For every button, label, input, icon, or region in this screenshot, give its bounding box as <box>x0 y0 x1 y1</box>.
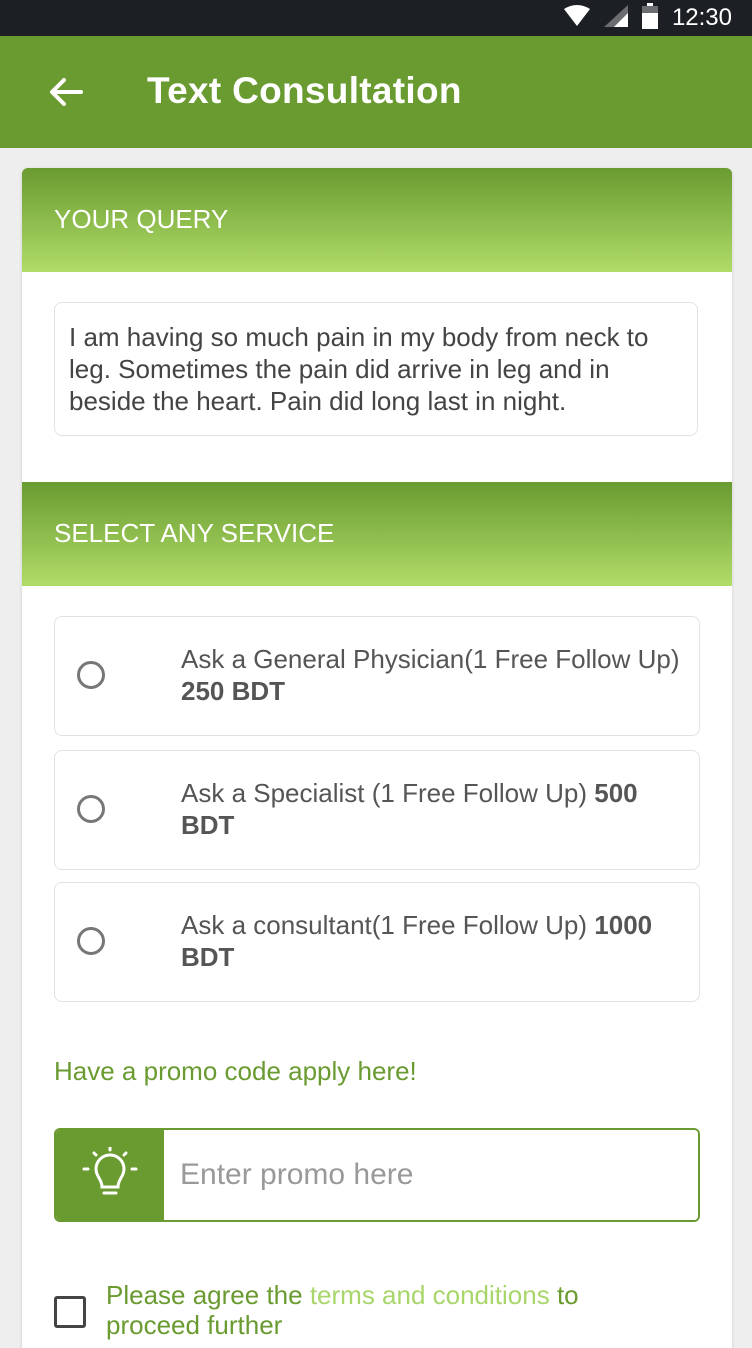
service-option-label: Ask a consultant(1 Free Follow Up) 1000 … <box>181 910 653 972</box>
service-option-general-physician[interactable]: Ask a General Physician(1 Free Follow Up… <box>54 616 700 736</box>
app-bar: Text Consultation <box>0 36 752 148</box>
promo-input[interactable] <box>164 1130 698 1220</box>
consultation-card: YOUR QUERY I am having so much pain in m… <box>22 168 732 1348</box>
radio-button[interactable] <box>77 661 105 689</box>
battery-icon <box>641 2 658 34</box>
terms-text: Please agree the terms and conditions to… <box>106 1280 579 1340</box>
status-time: 12:30 <box>671 4 732 31</box>
status-icons: 12:30 <box>563 2 732 34</box>
service-section-header: SELECT ANY SERVICE <box>22 482 732 586</box>
service-option-specialist[interactable]: Ask a Specialist (1 Free Follow Up) 500 … <box>54 750 700 870</box>
signal-icon <box>603 4 628 32</box>
service-option-label: Ask a General Physician(1 Free Follow Up… <box>181 644 680 706</box>
promo-icon-cell <box>56 1130 164 1220</box>
service-section-title: SELECT ANY SERVICE <box>54 518 335 548</box>
promo-field <box>54 1128 700 1222</box>
terms-link[interactable]: terms and conditions <box>310 1280 550 1310</box>
service-option-price: 250 BDT <box>181 676 286 706</box>
wifi-icon <box>563 4 590 32</box>
query-section-header: YOUR QUERY <box>22 168 732 272</box>
promo-label: Have a promo code apply here! <box>54 1056 417 1086</box>
terms-checkbox[interactable] <box>54 1296 86 1328</box>
arrow-left-icon <box>49 77 83 112</box>
query-section-title: YOUR QUERY <box>54 204 229 234</box>
radio-button[interactable] <box>77 927 105 955</box>
lightbulb-icon <box>82 1145 138 1204</box>
radio-button[interactable] <box>77 795 105 823</box>
query-text-box[interactable]: I am having so much pain in my body from… <box>54 302 698 436</box>
service-option-consultant[interactable]: Ask a consultant(1 Free Follow Up) 1000 … <box>54 882 700 1002</box>
page-title: Text Consultation <box>147 70 462 111</box>
back-button[interactable] <box>40 68 92 120</box>
status-bar: 12:30 <box>0 0 752 36</box>
service-option-label: Ask a Specialist (1 Free Follow Up) 500 … <box>181 778 638 840</box>
